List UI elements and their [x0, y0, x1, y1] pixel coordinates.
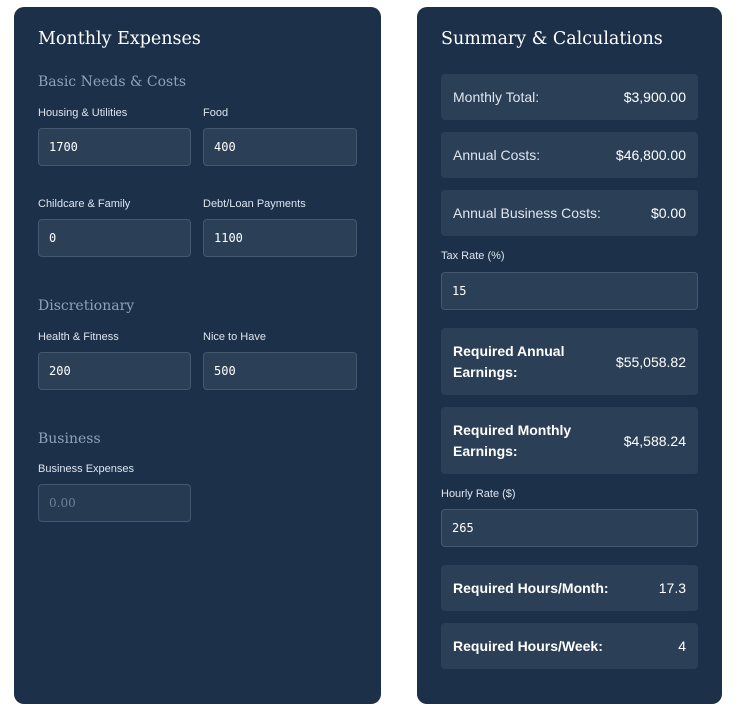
required-monthly-earnings-label: Required Monthly Earnings: [453, 421, 572, 459]
food-label: Food [203, 107, 229, 119]
tax-rate-label: Tax Rate (%) [441, 250, 505, 262]
monthly-total-value: $3,900.00 [623, 89, 686, 105]
required-hours-week-label: Required Hours/Week: [453, 637, 603, 654]
business-expenses-label: Business Expenses [38, 463, 134, 475]
hourly-rate-label: Hourly Rate ($) [441, 488, 516, 500]
business-expenses-input[interactable] [38, 484, 191, 522]
housing-input[interactable] [38, 128, 191, 166]
hourly-rate-input[interactable] [441, 509, 698, 547]
annual-business-costs-row: Annual Business Costs: $0.00 [441, 190, 698, 236]
annual-business-costs-label: Annual Business Costs: [453, 205, 601, 221]
required-hours-week-value: 4 [678, 638, 686, 654]
childcare-label: Childcare & Family [38, 198, 131, 210]
nice-to-have-label: Nice to Have [203, 331, 266, 343]
required-hours-month-row: Required Hours/Month: 17.3 [441, 565, 698, 611]
monthly-total-row: Monthly Total: $3,900.00 [441, 74, 698, 120]
childcare-input[interactable] [38, 219, 191, 257]
monthly-total-label: Monthly Total: [453, 89, 540, 105]
health-input[interactable] [38, 352, 191, 390]
required-hours-month-value: 17.3 [658, 580, 686, 596]
debt-input[interactable] [203, 219, 357, 257]
health-label: Health & Fitness [38, 331, 119, 343]
required-annual-earnings-value: $55,058.82 [615, 353, 686, 370]
debt-label: Debt/Loan Payments [203, 198, 306, 210]
required-hours-week-row: Required Hours/Week: 4 [441, 623, 698, 669]
business-section-title: Business [38, 431, 101, 447]
annual-costs-label: Annual Costs: [453, 147, 541, 163]
required-hours-month-label: Required Hours/Month: [453, 579, 609, 596]
required-annual-earnings-label: Required Annual Earnings: [453, 342, 565, 380]
required-monthly-earnings-value: $4,588.24 [623, 432, 686, 449]
food-input[interactable] [203, 128, 357, 166]
tax-rate-input[interactable] [441, 272, 698, 310]
basic-needs-section-title: Basic Needs & Costs [38, 74, 187, 90]
expenses-title: Monthly Expenses [38, 29, 201, 49]
summary-panel: Summary & Calculations Monthly Total: $3… [417, 7, 722, 704]
summary-title: Summary & Calculations [441, 29, 663, 49]
required-monthly-earnings-row: Required Monthly Earnings: $4,588.24 [441, 407, 698, 474]
annual-costs-row: Annual Costs: $46,800.00 [441, 132, 698, 178]
annual-costs-value: $46,800.00 [615, 147, 686, 163]
annual-business-costs-value: $0.00 [650, 205, 686, 221]
housing-label: Housing & Utilities [38, 107, 128, 119]
nice-to-have-input[interactable] [203, 352, 357, 390]
discretionary-section-title: Discretionary [38, 298, 135, 314]
monthly-expenses-panel: Monthly Expenses Basic Needs & Costs Hou… [14, 7, 381, 704]
required-annual-earnings-row: Required Annual Earnings: $55,058.82 [441, 328, 698, 395]
